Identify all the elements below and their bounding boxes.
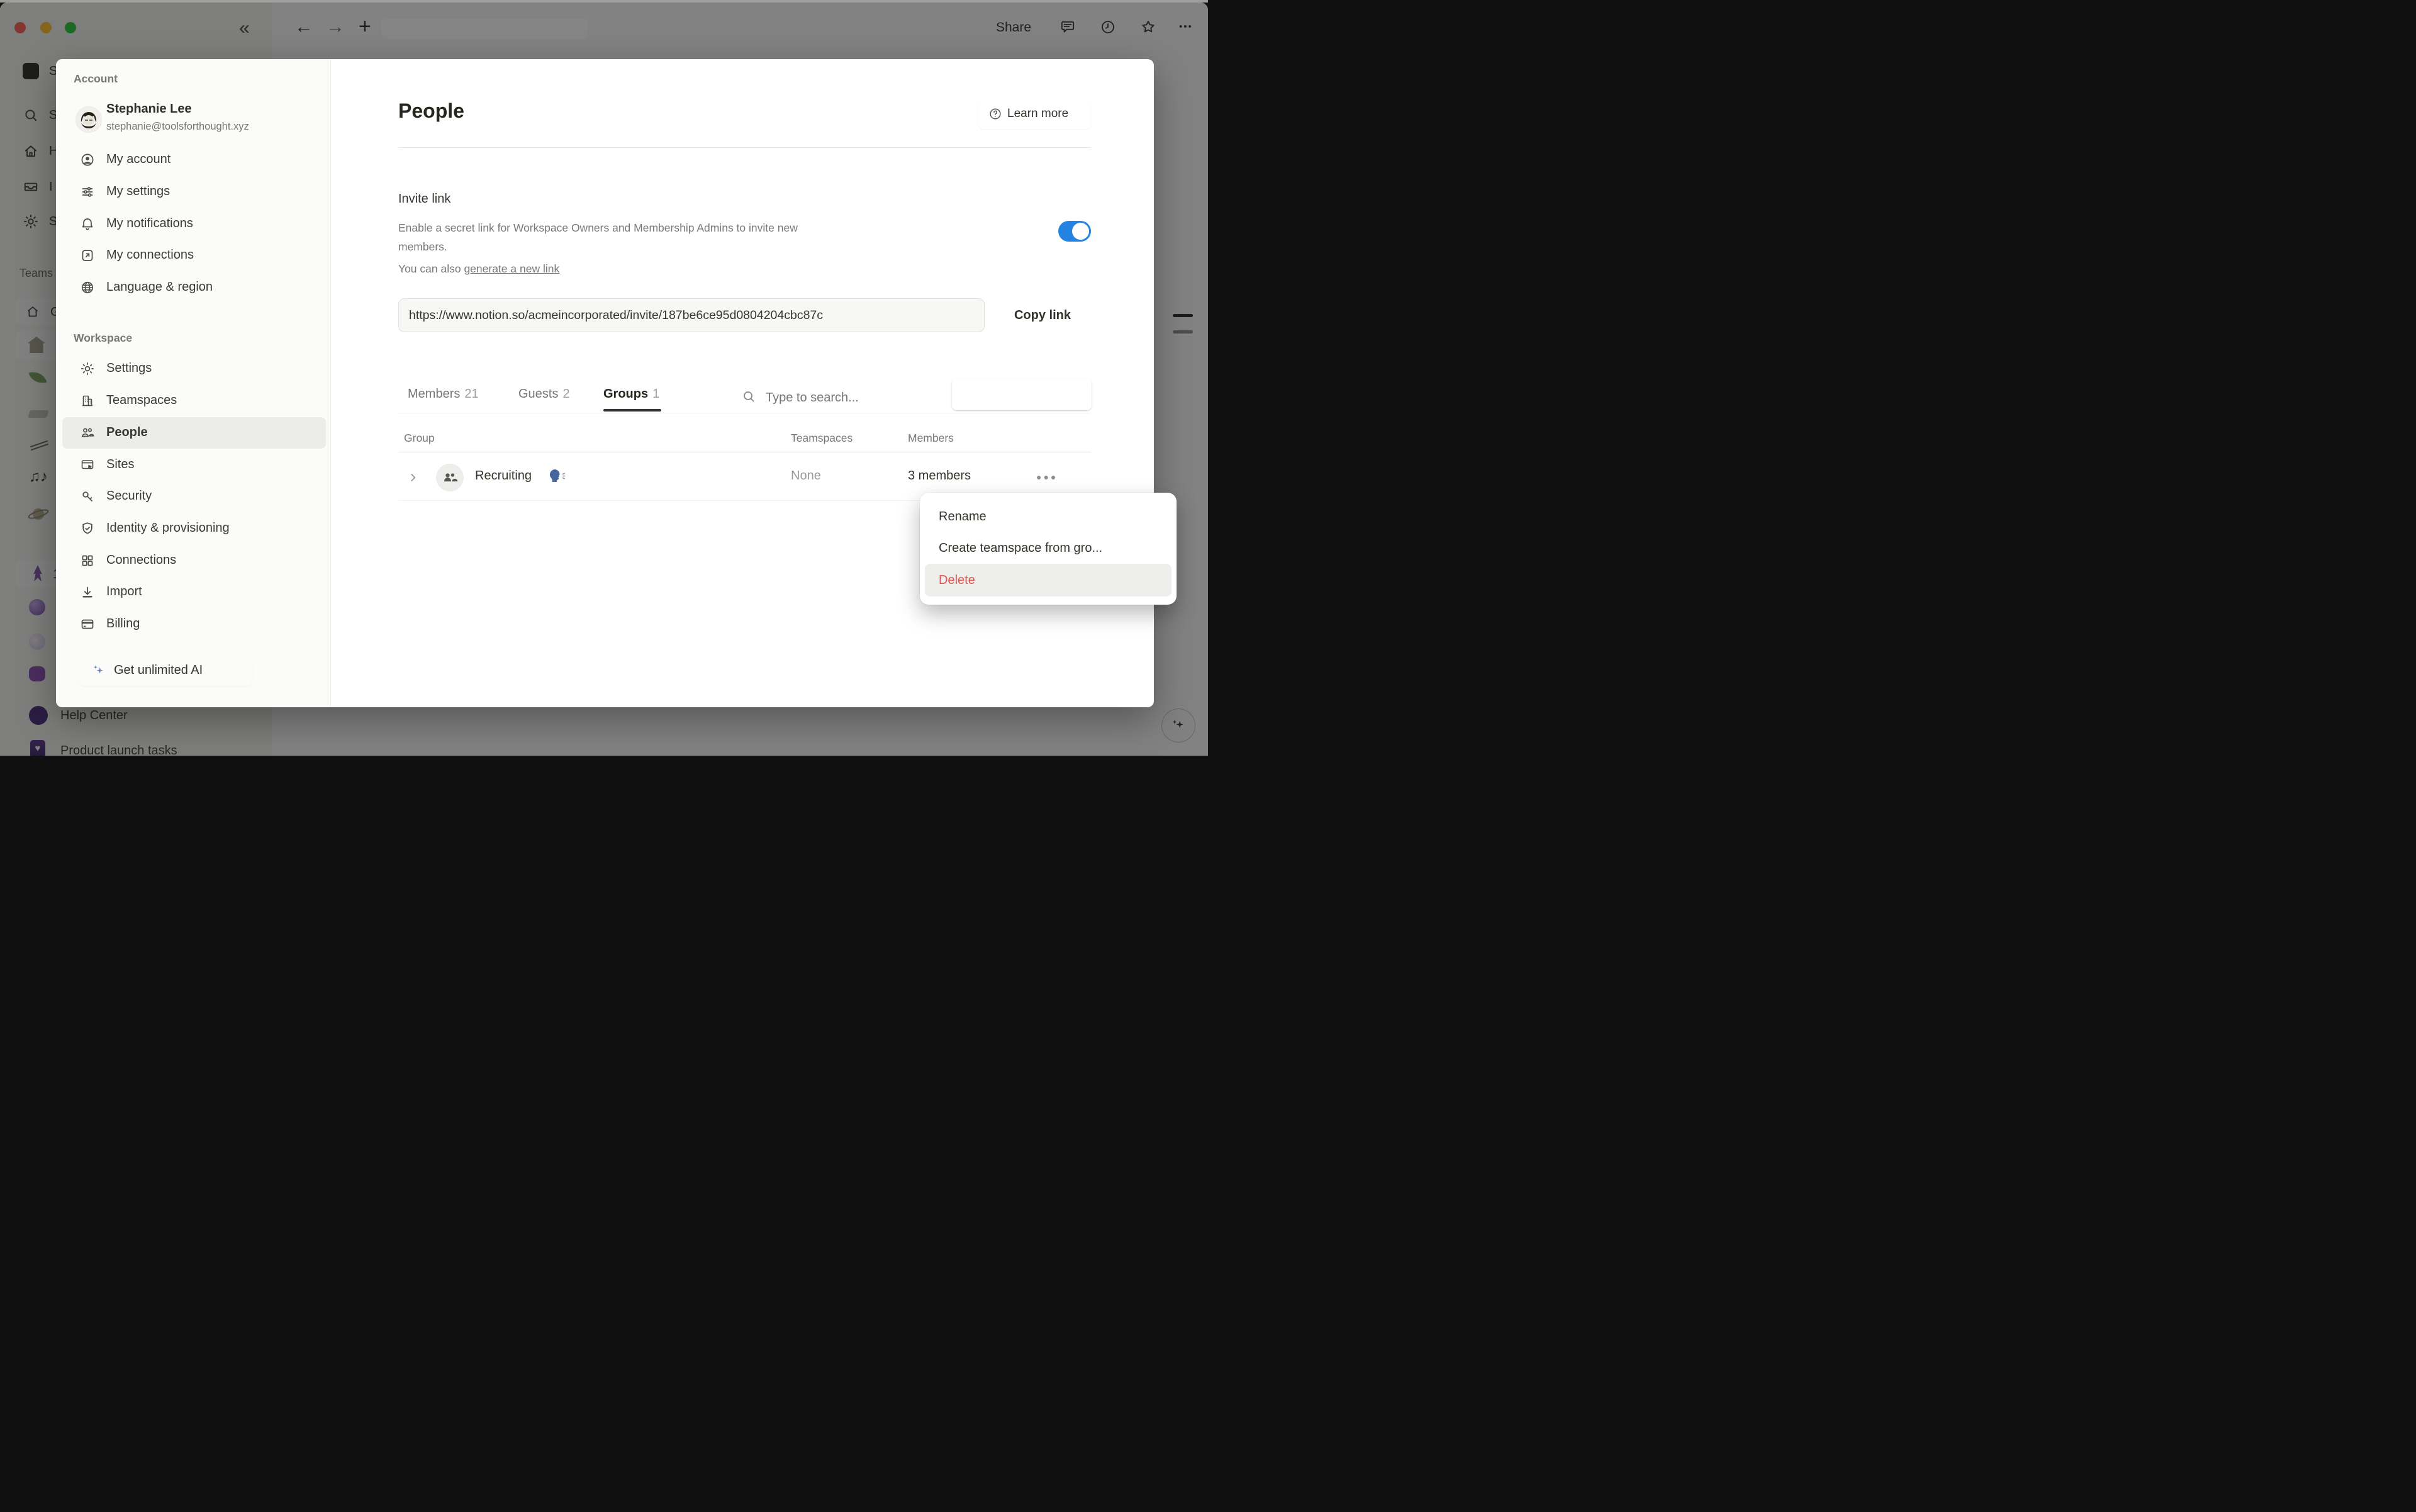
group-avatar: [436, 464, 464, 491]
browser-cursor-icon: [80, 457, 95, 473]
sidebar-item-import[interactable]: Import: [62, 576, 326, 608]
toggle-knob: [1072, 223, 1089, 240]
settings-sidebar: Account Stephanie Lee stephanie@toolsfor…: [56, 59, 331, 707]
shield-check-icon: [80, 521, 95, 536]
row-more-options-icon[interactable]: ●●●: [1036, 472, 1058, 482]
column-header-members[interactable]: Members: [908, 432, 954, 445]
sidebar-item-my-account[interactable]: My account: [62, 144, 326, 176]
sidebar-item-people[interactable]: People: [62, 417, 326, 449]
tab-members[interactable]: Members21: [408, 387, 479, 401]
invite-link-toggle[interactable]: [1058, 221, 1091, 242]
workspace-section-label: Workspace: [74, 332, 132, 345]
menu-item-create-teamspace[interactable]: Create teamspace from gro...: [925, 532, 1172, 564]
search-input[interactable]: [764, 386, 931, 409]
tab-groups[interactable]: Groups1: [603, 387, 659, 401]
active-tab-underline: [603, 409, 661, 412]
people-icon: [80, 425, 95, 440]
invite-url-input[interactable]: [398, 298, 985, 332]
account-email: stephanie@toolsforthought.xyz: [106, 121, 249, 133]
settings-dialog: Account Stephanie Lee stephanie@toolsfor…: [56, 59, 1154, 707]
get-unlimited-ai-button[interactable]: Get unlimited AI: [77, 655, 252, 686]
title-divider: [398, 147, 1091, 148]
group-members-value: 3 members: [908, 469, 971, 483]
question-circle-icon: [988, 107, 1002, 121]
sidebar-item-teamspaces[interactable]: Teamspaces: [62, 385, 326, 417]
search-icon: [741, 389, 756, 404]
chevron-right-icon[interactable]: [406, 471, 420, 484]
sidebar-item-language-region[interactable]: Language & region: [62, 272, 326, 303]
globe-icon: [80, 280, 95, 295]
account-section-label: Account: [74, 72, 118, 86]
tab-guests[interactable]: Guests2: [518, 387, 569, 401]
person-circle-icon: [80, 152, 95, 167]
building-icon: [80, 393, 95, 408]
menu-item-rename[interactable]: Rename: [925, 501, 1172, 532]
generate-new-link[interactable]: generate a new link: [464, 262, 559, 275]
sliders-icon: [80, 184, 95, 199]
sidebar-item-my-settings[interactable]: My settings: [62, 176, 326, 208]
sidebar-item-my-notifications[interactable]: My notifications: [62, 208, 326, 240]
sparkles-icon: [90, 662, 106, 678]
sidebar-item-connections[interactable]: Connections: [62, 545, 326, 576]
invite-desc-line1: Enable a secret link for Workspace Owner…: [398, 221, 798, 235]
learn-more-button[interactable]: Learn more: [978, 99, 1091, 129]
arrow-up-right-box-icon: [80, 248, 95, 263]
import-arrow-icon: [80, 585, 95, 600]
gear-icon: [80, 361, 95, 376]
sidebar-item-sites[interactable]: Sites: [62, 449, 326, 481]
invite-desc-line2: members.: [398, 240, 447, 254]
copy-link-button[interactable]: Copy link: [994, 298, 1091, 332]
group-teamspaces-value: None: [791, 469, 821, 483]
notion-window: « ← → + Share ••• S S H I: [0, 3, 1208, 756]
sidebar-item-my-connections[interactable]: My connections: [62, 240, 326, 271]
column-header-teamspaces[interactable]: Teamspaces: [791, 432, 853, 445]
invite-also-line: You can also generate a new link: [398, 262, 559, 276]
desktop-menubar-sliver: [0, 0, 1208, 3]
bell-icon: [80, 216, 95, 232]
grid-icon: [80, 553, 95, 568]
screen: « ← → + Share ••• S S H I: [0, 0, 1208, 756]
group-context-menu: Rename Create teamspace from gro... Dele…: [920, 493, 1177, 605]
sidebar-item-security[interactable]: Security: [62, 481, 326, 512]
column-header-group[interactable]: Group: [404, 432, 435, 445]
create-group-button[interactable]: Create a group: [952, 379, 1092, 410]
invite-link-heading: Invite link: [398, 192, 450, 206]
sidebar-item-settings-workspace[interactable]: Settings: [62, 353, 326, 384]
sidebar-item-identity-provisioning[interactable]: Identity & provisioning: [62, 513, 326, 544]
group-name: Recruiting: [475, 469, 532, 483]
sidebar-item-billing[interactable]: Billing: [62, 608, 326, 640]
avatar: [76, 107, 101, 132]
key-icon: [80, 489, 95, 504]
credit-card-icon: [80, 617, 95, 632]
account-name: Stephanie Lee: [106, 102, 192, 116]
speaking-head-emoji: [548, 468, 567, 486]
menu-item-delete[interactable]: Delete: [925, 564, 1172, 596]
page-title: People: [398, 99, 464, 123]
